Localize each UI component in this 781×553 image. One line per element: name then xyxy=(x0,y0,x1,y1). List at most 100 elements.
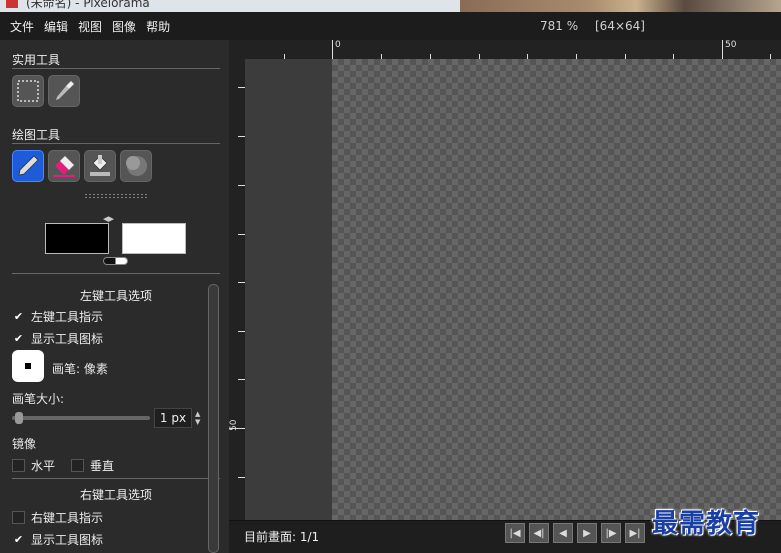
ruler-tick xyxy=(238,379,245,380)
zoom-level: 781 % xyxy=(540,19,579,33)
show-icon-row[interactable]: ✔ 显示工具图标 xyxy=(12,330,103,347)
tool-panel: 实用工具 绘图工具 ◂▸ 左键工具选项 ✔ 左键工具指示 ✔ 显示工具图标 画笔… xyxy=(4,40,226,553)
color-picker-icon xyxy=(56,81,74,100)
ruler-label: 0 xyxy=(335,40,341,50)
eraser-icon xyxy=(53,156,75,177)
menu-help[interactable]: 帮助 xyxy=(141,18,175,35)
pencil-icon xyxy=(18,155,39,176)
app-icon xyxy=(6,0,18,8)
brush-size-slider-thumb[interactable] xyxy=(15,412,23,424)
next-frame-button[interactable]: |▶ xyxy=(601,523,621,543)
rect-select-icon xyxy=(17,80,39,102)
prev-frame-icon: ◀| xyxy=(533,527,545,539)
reset-colors-button[interactable] xyxy=(103,257,128,265)
pencil-button[interactable] xyxy=(12,150,44,182)
secondary-color-swatch[interactable] xyxy=(122,223,186,254)
divider xyxy=(12,143,220,144)
eraser-button[interactable] xyxy=(48,150,80,182)
prev-frame-button[interactable]: ◀| xyxy=(529,523,549,543)
play-icon: ▶ xyxy=(583,527,591,539)
check-icon[interactable]: ✔ xyxy=(12,332,25,345)
divider xyxy=(12,68,220,69)
shading-icon xyxy=(126,156,147,176)
play-backwards-icon: ◀ xyxy=(559,527,567,539)
mirror-horizontal-row[interactable]: 水平 垂直 xyxy=(12,457,114,474)
utility-tools-title: 实用工具 xyxy=(12,53,61,67)
brush-preview-button[interactable] xyxy=(12,350,44,382)
watermark: 最需教育 xyxy=(652,509,761,539)
left-tool-options-title: 左键工具选项 xyxy=(79,289,152,303)
right-tool-options-title: 右键工具选项 xyxy=(79,488,152,502)
right-show-icon-row[interactable]: ✔ 显示工具图标 xyxy=(12,531,103,548)
drawing-tools-title: 绘图工具 xyxy=(12,128,61,142)
menu-view[interactable]: 视图 xyxy=(73,18,107,35)
primary-color-swatch[interactable] xyxy=(45,223,109,254)
brush-size-input[interactable]: 1 px xyxy=(154,408,192,428)
menu-bar: 文件 编辑 视图 图像 帮助 xyxy=(0,12,781,40)
ruler-tick xyxy=(332,40,333,59)
divider xyxy=(12,273,220,274)
ruler-tick xyxy=(238,282,245,283)
ruler-tick xyxy=(238,185,245,186)
checkbox[interactable] xyxy=(12,459,25,472)
divider xyxy=(12,478,220,479)
left-indicator-row[interactable]: ✔ 左键工具指示 xyxy=(12,308,103,325)
canvas-transparent-checkerboard[interactable] xyxy=(332,59,781,520)
ruler-label: 50 xyxy=(725,40,737,50)
checkbox[interactable] xyxy=(12,511,25,524)
bucket-button[interactable] xyxy=(84,150,116,182)
menu-edit[interactable]: 编辑 xyxy=(39,18,73,35)
ruler-tick xyxy=(381,54,382,59)
ruler-tick xyxy=(238,87,245,88)
ruler-tick xyxy=(430,54,431,59)
check-icon[interactable]: ✔ xyxy=(12,310,25,323)
right-show-icon-label: 显示工具图标 xyxy=(31,533,104,547)
shading-button[interactable] xyxy=(120,150,152,182)
mirror-vertical-label: 垂直 xyxy=(90,459,115,473)
ruler-tick xyxy=(238,331,245,332)
mirror-label: 镜像 xyxy=(12,437,37,451)
panel-scrollbar[interactable] xyxy=(208,284,219,553)
background-window-strip xyxy=(460,0,781,12)
ruler-tick xyxy=(284,54,285,59)
last-frame-icon: ▶| xyxy=(629,527,641,539)
menu-image[interactable]: 图像 xyxy=(107,18,141,35)
canvas-dimensions: [64×64] xyxy=(595,19,645,33)
ruler-tick xyxy=(673,54,674,59)
ruler-tick xyxy=(238,477,245,478)
checkbox[interactable] xyxy=(71,459,85,472)
next-frame-icon: |▶ xyxy=(605,527,617,539)
title-bar: (未命名) - Pixelorama xyxy=(0,0,781,12)
ruler-tick xyxy=(238,136,245,137)
last-frame-button[interactable]: ▶| xyxy=(625,523,645,543)
play-button[interactable]: ▶ xyxy=(577,523,597,543)
window-title: (未命名) - Pixelorama xyxy=(26,0,150,10)
menu-file[interactable]: 文件 xyxy=(5,18,39,35)
brush-shape-icon xyxy=(25,363,31,369)
ruler-label: 50 xyxy=(229,419,239,431)
ruler-tick xyxy=(479,54,480,59)
left-indicator-label: 左键工具指示 xyxy=(31,310,104,324)
ruler-tick xyxy=(625,54,626,59)
current-frame-label: 目前畫面: 1/1 xyxy=(244,530,320,544)
check-icon[interactable]: ✔ xyxy=(12,533,25,546)
play-backwards-button[interactable]: ◀ xyxy=(553,523,573,543)
ruler-tick xyxy=(722,40,723,59)
right-indicator-row[interactable]: 右键工具指示 xyxy=(12,509,103,526)
ruler-tick xyxy=(770,54,771,59)
bucket-icon xyxy=(90,155,110,176)
brush-size-slider[interactable] xyxy=(12,416,150,420)
brush-label: 画笔: 像素 xyxy=(52,362,108,376)
right-indicator-label: 右键工具指示 xyxy=(31,511,104,525)
panel-grip[interactable] xyxy=(84,193,148,199)
canvas-margin xyxy=(245,59,332,520)
horizontal-ruler[interactable]: 0 50 xyxy=(229,40,781,59)
color-picker-button[interactable] xyxy=(48,75,80,107)
first-frame-icon: |◀ xyxy=(509,527,521,539)
rect-select-button[interactable] xyxy=(12,75,44,107)
spin-arrows-icon[interactable]: ▲ ▼ xyxy=(195,410,200,426)
vertical-ruler[interactable]: 50 xyxy=(229,59,245,520)
ruler-tick xyxy=(527,54,528,59)
first-frame-button[interactable]: |◀ xyxy=(505,523,525,543)
ruler-tick xyxy=(238,234,245,235)
